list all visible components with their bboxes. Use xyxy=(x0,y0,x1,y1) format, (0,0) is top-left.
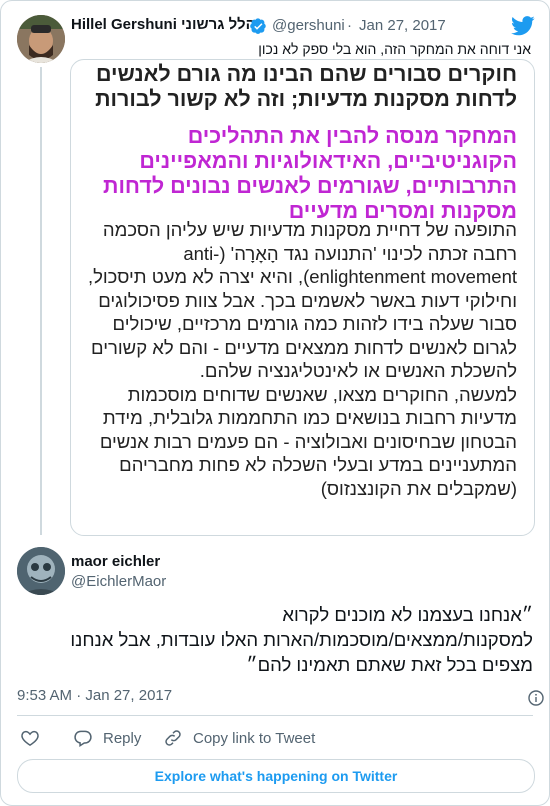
reply-tweet-text: ״אנחנו בעצמנו לא מוכנים לקרוא למסקנות/ממ… xyxy=(70,604,533,675)
verified-badge-icon xyxy=(250,18,266,34)
reply-icon xyxy=(74,730,92,748)
avatar-maor[interactable] xyxy=(17,547,65,595)
copy-link-label: Copy link to Tweet xyxy=(193,729,316,747)
explore-button[interactable]: Explore what's happening on Twitter xyxy=(17,759,535,793)
quoted-tweet-text: אני דוחה את המחקר הזה, הוא בלי ספק לא נכ… xyxy=(258,41,531,57)
separator-dot: · xyxy=(347,17,352,34)
article-body: התופעה של דחיית מסקנות מדעיות שיש עליהן … xyxy=(77,218,517,500)
reply-author-handle[interactable]: @EichlerMaor xyxy=(71,573,166,590)
tweet-timestamp[interactable]: 9:53 AM · Jan 27, 2017 xyxy=(17,687,172,704)
tweet-date[interactable]: Jan 27, 2017 xyxy=(359,17,446,34)
reply-button[interactable]: Reply xyxy=(73,727,141,749)
article-paragraph: התופעה של דחיית מסקנות מדעיות שיש עליהן … xyxy=(87,219,517,381)
avatar-hillel[interactable] xyxy=(17,15,65,63)
article-subheadline: המחקר מנסה להבין את התהליכים הקוגניטיביי… xyxy=(103,124,517,223)
thread-connector-line xyxy=(40,67,42,535)
copy-link-button[interactable]: Copy link to Tweet xyxy=(163,727,315,749)
article-paragraph: למעשה, החוקרים מצאו, שאנשים שדוחים מוסכמ… xyxy=(99,383,517,499)
heart-icon xyxy=(21,730,39,747)
author-name[interactable]: Hillel Gershuni הלל גרשוני xyxy=(71,16,256,33)
tweet-media-image[interactable]: חוקרים סבורים שהם הבינו מה גורם לאנשים ל… xyxy=(70,59,535,536)
author-handle[interactable]: @gershuni xyxy=(272,17,345,34)
divider xyxy=(17,715,533,716)
tweet-embed-card: Hillel Gershuni הלל גרשוני @gershuni · J… xyxy=(0,0,550,806)
reply-label: Reply xyxy=(103,729,142,747)
like-button[interactable] xyxy=(20,727,50,749)
info-icon[interactable] xyxy=(528,690,544,706)
twitter-bird-icon[interactable] xyxy=(511,16,535,36)
link-icon xyxy=(165,730,181,746)
article-headline: חוקרים סבורים שהם הבינו מה גורם לאנשים ל… xyxy=(95,62,517,111)
reply-author-name[interactable]: maor eichler xyxy=(71,553,160,570)
